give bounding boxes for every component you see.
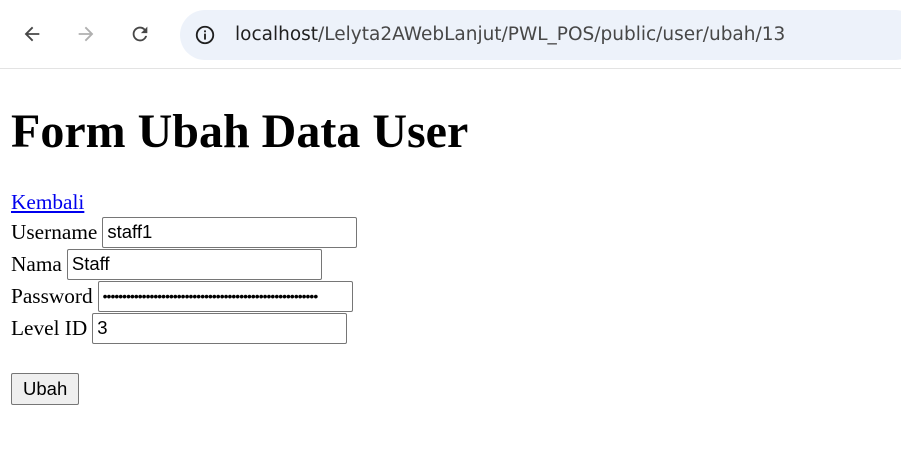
site-info-icon[interactable]: [193, 23, 217, 47]
username-row: Username: [11, 216, 358, 248]
back-arrow-icon[interactable]: [15, 17, 49, 51]
page-title: Form Ubah Data User: [11, 105, 469, 158]
password-input[interactable]: [97, 280, 353, 312]
password-row: Password: [11, 280, 353, 312]
page-content: Form Ubah Data User Kembali Username Nam…: [0, 70, 901, 451]
url-path: /Lelyta2AWebLanjut/PWL_POS/public/user/u…: [318, 24, 786, 45]
browser-toolbar: localhost/Lelyta2AWebLanjut/PWL_POS/publ…: [0, 0, 901, 69]
url-text[interactable]: localhost/Lelyta2AWebLanjut/PWL_POS/publ…: [235, 23, 785, 47]
username-label: Username: [11, 220, 98, 244]
nama-input[interactable]: [66, 248, 322, 280]
username-input[interactable]: [102, 216, 358, 248]
submit-button[interactable]: Ubah: [11, 373, 80, 405]
reload-icon[interactable]: [123, 17, 157, 51]
back-link[interactable]: Kembali: [11, 190, 84, 214]
forward-arrow-icon[interactable]: [69, 17, 103, 51]
level-id-row: Level ID: [11, 312, 348, 344]
password-label: Password: [11, 284, 93, 308]
level-id-input[interactable]: [92, 312, 348, 344]
nama-label: Nama: [11, 252, 62, 276]
address-bar[interactable]: localhost/Lelyta2AWebLanjut/PWL_POS/publ…: [180, 10, 901, 60]
level-id-label: Level ID: [11, 316, 88, 340]
url-host: localhost: [235, 24, 319, 45]
nama-row: Nama: [11, 248, 322, 280]
